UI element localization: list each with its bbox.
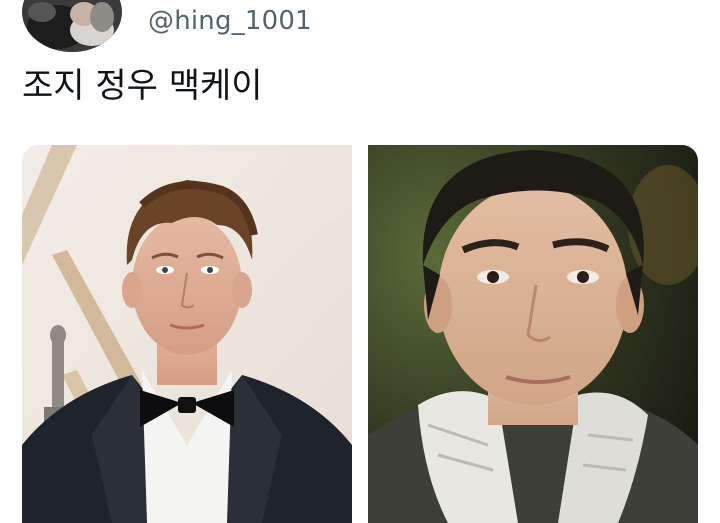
tweet-media[interactable] [22, 145, 698, 523]
user-handle[interactable]: @hing_1001 [148, 4, 312, 38]
media-photo-right[interactable] [368, 145, 698, 523]
media-photo-left[interactable] [22, 145, 352, 523]
avatar[interactable] [22, 0, 122, 52]
tuxedo-man-image [22, 145, 352, 523]
tweet-card: @hing_1001 조지 정우 맥케이 [0, 0, 720, 523]
tweet-text: 조지 정우 맥케이 [22, 66, 263, 106]
scarf-man-image [368, 145, 698, 523]
